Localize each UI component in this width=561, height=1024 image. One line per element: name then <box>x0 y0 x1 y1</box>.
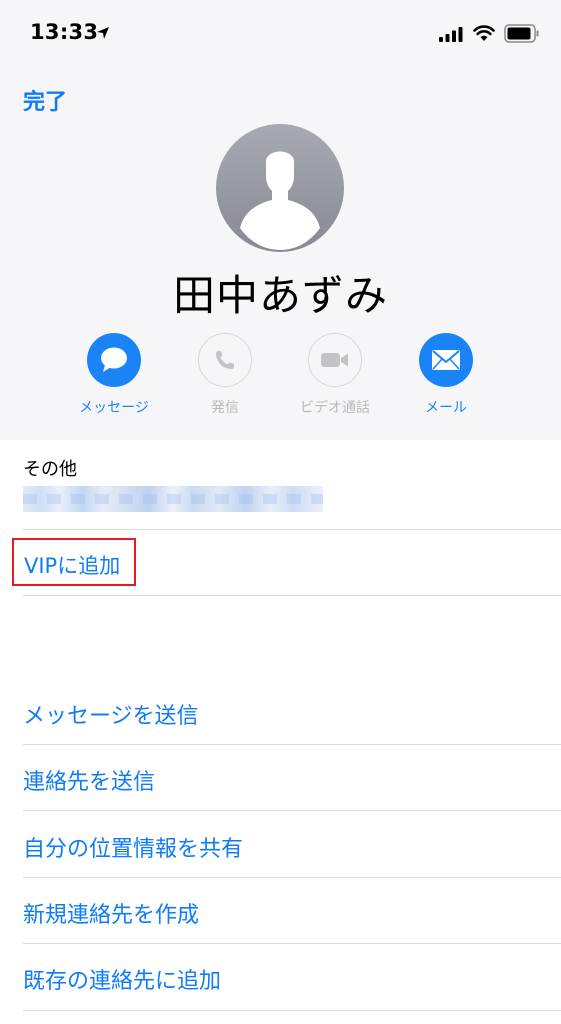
call-action-button[interactable]: 発信 <box>177 333 273 417</box>
send-message-button[interactable]: メッセージを送信 <box>23 698 199 730</box>
video-camera-icon <box>321 353 348 367</box>
email-type-label: その他 <box>23 459 77 480</box>
divider <box>23 810 561 811</box>
done-button[interactable]: 完了 <box>23 84 67 116</box>
share-contact-button[interactable]: 連絡先を送信 <box>23 764 155 796</box>
message-action-button[interactable]: メッセージ <box>66 333 162 417</box>
message-action-circle[interactable] <box>87 333 141 387</box>
video-call-action-label: ビデオ通話 <box>300 400 370 416</box>
divider <box>23 1010 561 1011</box>
contact-name: 田中あずみ <box>172 271 388 320</box>
call-action-circle[interactable] <box>198 333 252 387</box>
battery-icon <box>504 24 539 43</box>
create-new-contact-button[interactable]: 新規連絡先を作成 <box>23 897 199 929</box>
video-call-action-button[interactable]: ビデオ通話 <box>287 333 383 417</box>
mail-action-label: メール <box>425 400 467 416</box>
divider <box>23 529 561 530</box>
add-to-vip-button[interactable]: VIPに追加 <box>12 538 136 586</box>
share-location-button[interactable]: 自分の位置情報を共有 <box>23 831 243 863</box>
divider <box>23 943 561 944</box>
message-action-label: メッセージ <box>79 400 149 416</box>
divider <box>23 744 561 745</box>
divider <box>23 595 561 596</box>
wifi-icon <box>473 25 495 41</box>
add-to-vip-label: VIPに追加 <box>24 554 121 578</box>
avatar <box>216 124 344 252</box>
call-action-label: 発信 <box>211 400 239 416</box>
person-silhouette-icon <box>240 151 320 250</box>
divider <box>23 877 561 878</box>
cellular-signal-icon <box>439 27 463 42</box>
mail-envelope-icon <box>432 350 460 370</box>
message-bubble-icon <box>101 347 127 372</box>
blurred-email-address[interactable] <box>23 486 323 512</box>
status-time: 13:33 <box>30 20 99 44</box>
status-bar: 13:33 <box>0 0 561 68</box>
mail-action-button[interactable]: メール <box>398 333 494 417</box>
add-to-existing-contact-button[interactable]: 既存の連絡先に追加 <box>23 963 221 995</box>
phone-icon <box>216 351 234 369</box>
location-arrow-icon <box>97 27 109 39</box>
mail-action-circle[interactable] <box>419 333 473 387</box>
video-call-action-circle[interactable] <box>308 333 362 387</box>
